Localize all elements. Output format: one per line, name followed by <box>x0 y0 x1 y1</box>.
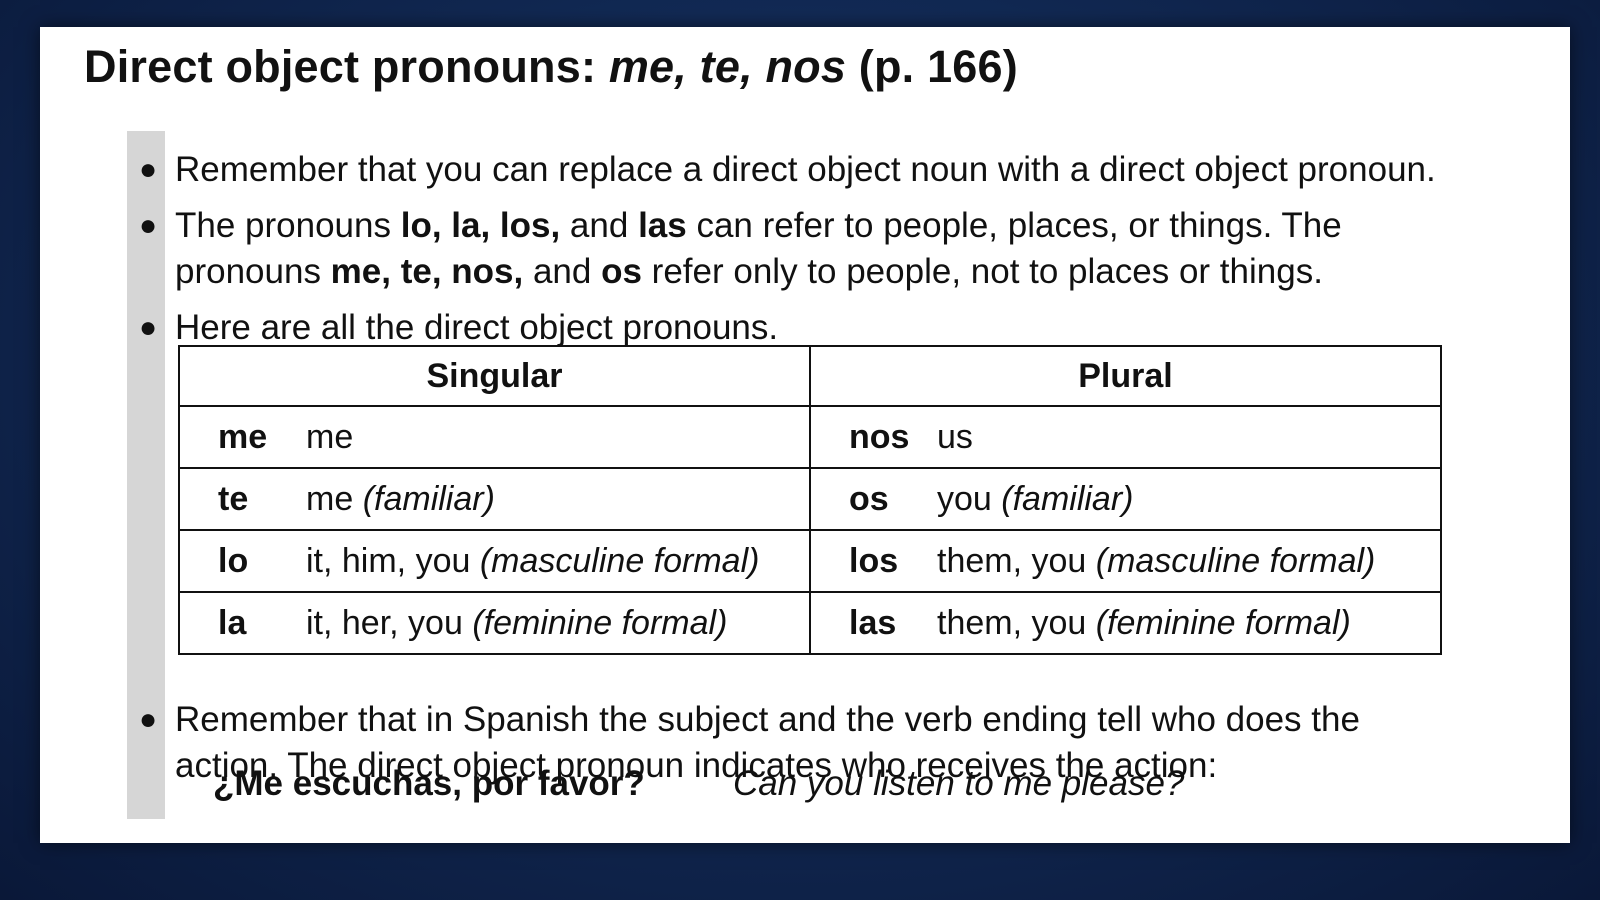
singular-cell: lo it, him, you (masculine formal) <box>178 529 811 593</box>
bold-pronouns: lo, la, los, <box>400 206 561 245</box>
pronoun: nos <box>849 417 910 456</box>
meaning: it, her, you <box>306 603 473 642</box>
title-page-ref: (p. 166) <box>846 41 1018 92</box>
bullet-dot-icon: ● <box>138 311 158 344</box>
slide-card: Direct object pronouns: me, te, nos (p. … <box>40 27 1570 843</box>
pronoun: la <box>218 603 247 642</box>
bullet-dot-icon: ● <box>138 209 158 242</box>
singular-cell: la it, her, you (feminine formal) <box>178 591 811 655</box>
table-row: lo it, him, you (masculine formal) los the… <box>178 529 1442 593</box>
bold-pronouns: me, te, nos, <box>330 252 524 291</box>
bullet-text: Remember that you can replace a direct o… <box>175 150 1436 189</box>
header-singular: Singular <box>178 345 811 407</box>
text-run: and <box>560 206 639 245</box>
example-sentence: ¿Me escuchas, por favor? Can you listen t… <box>213 761 1184 807</box>
meaning-note: (masculine formal) <box>479 541 760 580</box>
bullet-dot-icon: ● <box>138 153 158 186</box>
meaning-note: (feminine formal) <box>1095 603 1351 642</box>
meaning: you <box>937 479 1002 518</box>
pronoun: lo <box>218 541 249 580</box>
singular-cell: te me (familiar) <box>178 467 811 531</box>
meaning: them, you <box>937 541 1096 580</box>
meaning: me <box>306 417 354 456</box>
meaning: them, you <box>937 603 1096 642</box>
bullet-text: The pronouns lo, la, los, and las can re… <box>175 203 1342 295</box>
meaning: it, him, you <box>306 541 480 580</box>
table-row: te me (familiar) os you (familiar) <box>178 467 1442 531</box>
pronoun: te <box>218 479 249 518</box>
meaning-note: (familiar) <box>362 479 495 518</box>
title-text: Direct object pronouns: <box>84 41 609 92</box>
text-run: can refer to people, places, or things. … <box>686 206 1342 245</box>
pronoun: los <box>849 541 899 580</box>
text-run: and <box>523 252 602 291</box>
meaning: us <box>937 417 973 456</box>
plural-cell: las them, you (feminine formal) <box>809 591 1442 655</box>
bold-pronouns: os <box>601 252 642 291</box>
meaning-note: (familiar) <box>1001 479 1134 518</box>
text-run: refer only to people, not to places or t… <box>641 252 1323 291</box>
plural-cell: los them, you (masculine formal) <box>809 529 1442 593</box>
title-italic-pronouns: me, te, nos <box>608 41 847 92</box>
table-header-row: Singular Plural <box>178 345 1442 407</box>
meaning: me <box>306 479 363 518</box>
text-run: Remember that in Spanish the subject and… <box>175 700 1360 739</box>
bullet-dot-icon: ● <box>138 703 158 736</box>
plural-cell: os you (familiar) <box>809 467 1442 531</box>
meaning-note: (masculine formal) <box>1095 541 1376 580</box>
pronoun-table: Singular Plural me me nos us te me (familia… <box>178 345 1442 655</box>
bold-pronouns: las <box>638 206 687 245</box>
table-row: la it, her, you (feminine formal) las them… <box>178 591 1442 655</box>
pronoun: las <box>849 603 897 642</box>
table-row: me me nos us <box>178 405 1442 469</box>
text-run: The pronouns <box>175 206 401 245</box>
text-run: pronouns <box>175 252 331 291</box>
singular-cell: me me <box>178 405 811 469</box>
header-plural: Plural <box>809 345 1442 407</box>
plural-cell: nos us <box>809 405 1442 469</box>
slide-title: Direct object pronouns: me, te, nos (p. … <box>84 41 1018 93</box>
pronoun: os <box>849 479 889 518</box>
example-english: Can you listen to me please? <box>733 764 1185 803</box>
pronoun: me <box>218 417 268 456</box>
example-spanish: ¿Me escuchas, por favor? <box>213 764 645 803</box>
meaning-note: (feminine formal) <box>472 603 728 642</box>
